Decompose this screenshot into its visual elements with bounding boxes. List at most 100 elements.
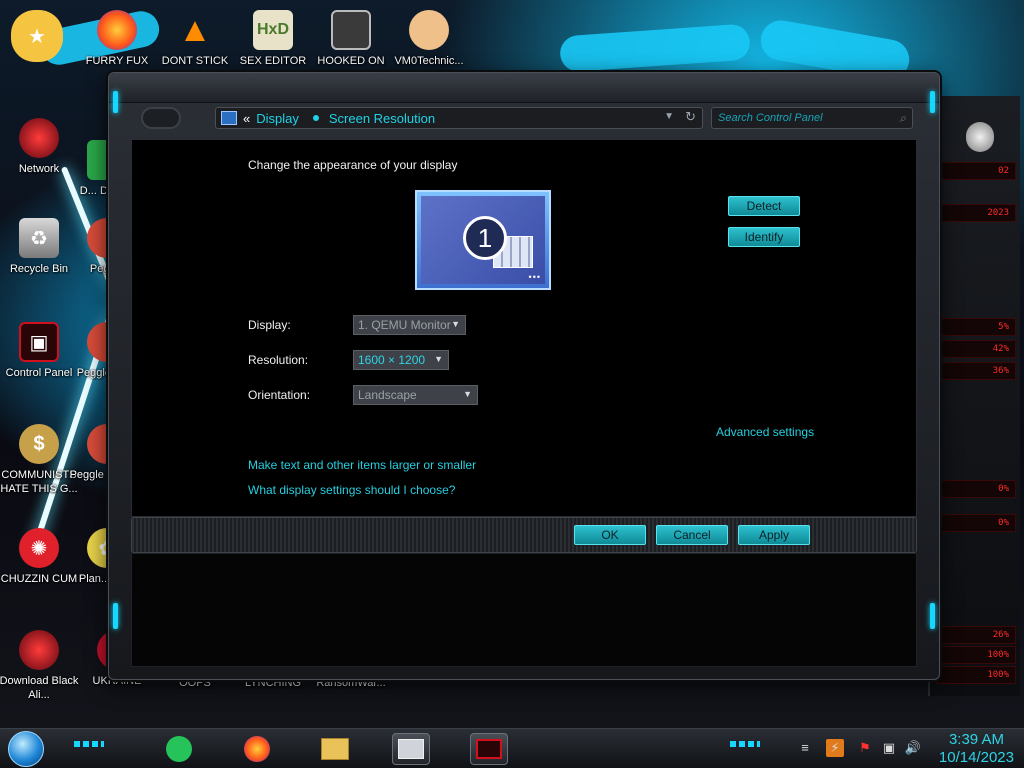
star-butterfly-icon: ★ xyxy=(11,10,63,62)
detect-button[interactable]: Detect xyxy=(728,196,800,216)
taskbar-led xyxy=(730,741,760,747)
identify-button[interactable]: Identify xyxy=(728,227,800,247)
desktop-icon-furry-fux[interactable]: FURRY FUX xyxy=(74,10,160,68)
desktop-icon-sex-editor[interactable]: HxD SEX EDITOR xyxy=(230,10,316,68)
display-select-value: 1. QEMU Monitor xyxy=(358,318,451,332)
page-title: Change the appearance of your display xyxy=(248,158,458,172)
breadcrumb-screen-resolution[interactable]: Screen Resolution xyxy=(329,111,435,126)
cancel-button[interactable]: Cancel xyxy=(656,525,728,545)
control-panel-icon xyxy=(221,111,237,125)
wallpaper-graphic xyxy=(558,23,752,73)
firefox-icon xyxy=(244,736,270,762)
monitor-number: 1 xyxy=(463,216,507,260)
advanced-settings-link[interactable]: Advanced settings xyxy=(716,425,814,439)
recycle-bin-icon: ♻ xyxy=(19,218,59,258)
gadget-readout: 02 xyxy=(936,162,1016,180)
clock-time: 3:39 AM xyxy=(948,731,1004,748)
breadcrumb-separator xyxy=(312,115,319,121)
gadget-readout: 100% xyxy=(936,646,1016,664)
command-bar: OK Cancel Apply xyxy=(131,517,917,553)
alien-orb-icon xyxy=(19,630,59,670)
clock-date: 10/14/2023 xyxy=(938,749,1014,766)
taskbar-file-explorer[interactable] xyxy=(316,733,354,765)
gadget-readout: 5% xyxy=(936,318,1016,336)
network-icon[interactable]: ▣ xyxy=(880,739,898,757)
desktop-icon-vm0technic[interactable]: VM0Technic... xyxy=(386,10,472,68)
breadcrumb-overflow[interactable]: « xyxy=(243,111,250,126)
search-box[interactable]: ⌕ xyxy=(711,107,913,129)
taskbar-firefox[interactable] xyxy=(238,733,276,765)
desktop-icon-hooked-on[interactable]: HOOKED ON xyxy=(308,10,394,68)
gadget-readout: 100% xyxy=(936,666,1016,684)
gadget-readout: 42% xyxy=(936,340,1016,358)
screen-resolution-panel: Change the appearance of your display 1 … xyxy=(131,139,917,517)
address-bar[interactable]: « Display Screen Resolution ▼ ↻ xyxy=(215,107,703,129)
display-help-link[interactable]: What display settings should I choose? xyxy=(248,483,455,497)
apply-button[interactable]: Apply xyxy=(738,525,810,545)
alienware-gadget: 02 2023 5% 42% 36% 0% 0% 26% 100% 100% xyxy=(928,96,1020,696)
hxd-icon: HxD xyxy=(253,10,293,50)
show-hidden-icons-icon[interactable]: ≡ xyxy=(796,739,814,757)
control-panel-window: « Display Screen Resolution ▼ ↻ ⌕ Change… xyxy=(108,72,940,680)
monitor-screen: 1 ••• xyxy=(421,196,545,284)
window-edge-led xyxy=(113,91,118,113)
chevron-down-icon[interactable]: ▼ xyxy=(664,111,674,122)
search-input[interactable] xyxy=(718,112,888,124)
window-title-bar[interactable] xyxy=(109,73,939,103)
ok-button[interactable]: OK xyxy=(574,525,646,545)
text-size-link[interactable]: Make text and other items larger or smal… xyxy=(248,458,476,472)
alien-logo-icon xyxy=(141,107,181,129)
control-panel-icon xyxy=(476,739,502,759)
money-bag-icon: $ xyxy=(19,424,59,464)
orientation-select-value: Landscape xyxy=(358,388,417,402)
alien-head-icon xyxy=(966,122,994,152)
gadget-readout: 36% xyxy=(936,362,1016,380)
gadget-readout: 0% xyxy=(936,480,1016,498)
chuzzle-icon: ✺ xyxy=(19,528,59,568)
vlc-cone-icon: ▲ xyxy=(178,10,212,49)
orientation-label: Orientation: xyxy=(248,388,311,402)
notification-icon[interactable]: ⚡ xyxy=(826,739,844,757)
chevron-down-icon: ▼ xyxy=(463,389,472,399)
chevron-down-icon: ▼ xyxy=(434,354,443,364)
search-icon[interactable]: ⌕ xyxy=(899,111,906,126)
window-edge-led xyxy=(930,603,935,629)
monitor-dots: ••• xyxy=(528,272,541,282)
screen-resolution-icon xyxy=(398,739,424,759)
breadcrumb-display[interactable]: Display xyxy=(256,111,299,126)
desktop-icon-label: HOOKED ON xyxy=(317,55,385,67)
maze-icon xyxy=(331,10,371,50)
taskbar-control-panel[interactable] xyxy=(470,733,508,765)
resolution-label: Resolution: xyxy=(248,353,309,367)
notepad-icon xyxy=(166,736,192,762)
desktop-icon-label: VM0Technic... xyxy=(394,55,464,67)
start-button[interactable] xyxy=(8,731,44,767)
orientation-select[interactable]: Landscape ▼ xyxy=(353,385,478,405)
display-label: Display: xyxy=(248,318,291,332)
display-select[interactable]: 1. QEMU Monitor ▼ xyxy=(353,315,466,335)
resolution-select-value: 1600 × 1200 xyxy=(358,353,426,367)
gadget-readout: 2023 xyxy=(936,204,1016,222)
window-edge-led xyxy=(930,91,935,113)
desktop-icon-label: FURRY FUX xyxy=(85,55,149,67)
window-edge-led xyxy=(113,603,118,629)
action-center-flag-icon[interactable]: ⚑ xyxy=(856,739,874,757)
taskbar-led xyxy=(74,741,104,747)
desktop-icon-dont-stick[interactable]: ▲ DONT STICK xyxy=(152,10,238,68)
taskbar-notepad[interactable] xyxy=(160,733,198,765)
volume-icon[interactable]: 🔊 xyxy=(904,739,922,757)
desktop-icon-star[interactable]: ★ xyxy=(0,10,80,66)
system-clock[interactable]: 3:39 AM 10/14/2023 xyxy=(939,731,1014,767)
firefox-icon xyxy=(97,10,137,50)
control-panel-icon: ▣ xyxy=(19,322,59,362)
taskbar-screen-resolution[interactable] xyxy=(392,733,430,765)
gadget-readout: 0% xyxy=(936,514,1016,532)
resolution-select[interactable]: 1600 × 1200 ▼ xyxy=(353,350,449,370)
refresh-icon[interactable]: ↻ xyxy=(685,109,696,125)
desktop-icon-download-black-alien[interactable]: Download Black Ali... xyxy=(0,630,82,702)
chevron-down-icon: ▼ xyxy=(451,319,460,329)
window-empty-area xyxy=(131,553,917,667)
monitor-preview[interactable]: 1 ••• xyxy=(415,190,551,290)
taskbar: ≡ ⚡ ⚑ ▣ 🔊 3:39 AM 10/14/2023 xyxy=(0,728,1024,768)
file-explorer-icon xyxy=(321,738,349,760)
